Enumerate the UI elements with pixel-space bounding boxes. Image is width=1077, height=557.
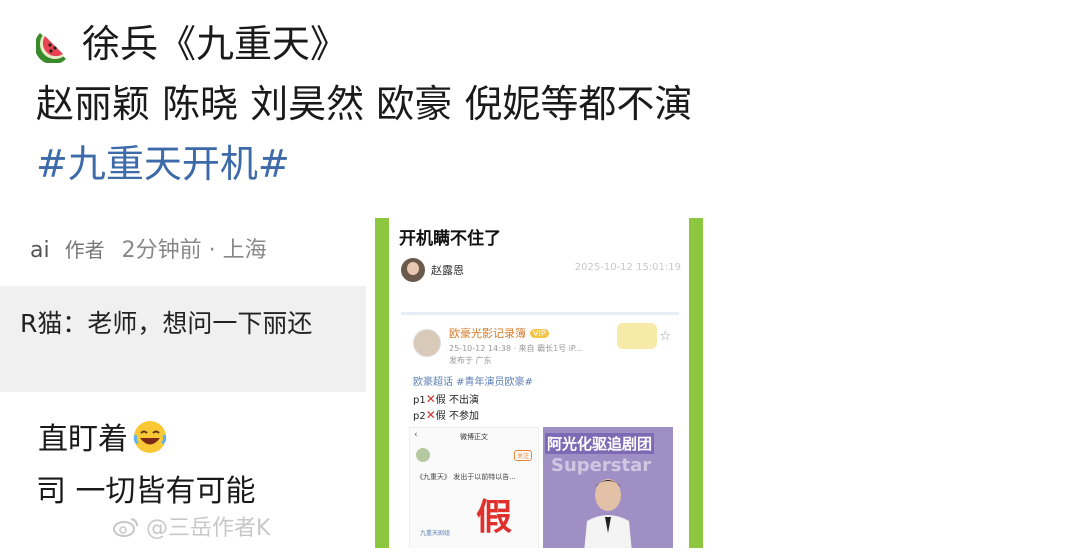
star-icon[interactable]: ☆ [659,329,671,344]
embedded-post-card: 欧豪光影记录簿 VIP 25-10-12 14:38 · 来自 霸长1号 iP..… [401,312,679,548]
embedded-post-line-p1: p1✕假 不出演 [413,391,479,406]
comment-meta: ai 作者 2分钟前 · 上海 [30,232,267,264]
screenshot-author[interactable]: 赵露恩 [431,262,464,278]
mini-body-text: 《九重天》 发出于以前特以告... [416,473,516,481]
embedded-post-tags[interactable]: 欧豪超话 #青年演员欧豪# [413,373,533,388]
post-title-text: 徐兵《九重天》 [82,22,349,66]
comment-screenshot: ai 作者 2分钟前 · 上海 R猫：老师，想问一下丽还 直盯着 司 一切皆有可… [0,218,366,557]
watermark-text: @三岳作者K [146,516,271,541]
hashtag-link[interactable]: #九重天开机# [36,140,290,188]
fake-stamp: 假 [476,497,513,538]
phone-screenshot: 开机瞒不住了 赵露恩 2025-10-12 15:01:19 欧豪光影记录簿 VI… [389,218,689,548]
embedded-image-left[interactable]: ‹ 微博正文 关注 《九重天》 发出于以前特以告... 假 九重天剧组 [409,427,539,548]
sticker-decoration [617,323,657,349]
phone-screenshot-frame: 开机瞒不住了 赵露恩 2025-10-12 15:01:19 欧豪光影记录簿 VI… [375,218,703,548]
p2-label: p2 [413,411,426,422]
quoted-comment-text: R猫：老师，想问一下丽还 [20,309,313,338]
embedded-post-line-p2: p2✕假 不参加 [413,407,479,422]
author-tag: 作者 [64,238,105,262]
screenshot-date: 2025-10-12 15:01:19 [574,262,681,273]
p2-text: 假 不参加 [435,411,479,422]
embedded-account-label: 欧豪光影记录簿 [449,327,526,340]
avatar[interactable] [401,258,425,282]
post-title-line: 徐兵《九重天》 [36,20,348,68]
laugh-emoji-icon [133,421,167,453]
mini-header: 微博正文 [460,433,488,441]
fan-club-banner: 阿光化驱追剧团 [545,433,655,454]
mini-sub-link: 九重天剧组 [420,530,451,537]
p1-label: p1 [413,395,426,406]
mini-avatar [416,448,430,462]
embedded-account-name[interactable]: 欧豪光影记录簿 VIP [449,325,549,341]
person-photo [584,479,632,548]
reply-line-1-text: 直盯着 [38,422,128,457]
reply-line-1: 直盯着 [38,414,168,458]
post-body-line: 赵丽颖 陈晓 刘昊然 欧豪 倪妮等都不演 [36,82,693,126]
embedded-post-location: 发布于 广东 [449,356,492,365]
vip-badge: VIP [530,329,549,338]
screenshot-title: 开机瞒不住了 [399,229,501,249]
reply-line-2: 司 一切皆有可能 [36,474,256,509]
x-mark-icon: ✕ [425,392,436,406]
weibo-icon [113,518,138,537]
weibo-watermark: @三岳作者K [112,510,270,542]
x-mark-icon: ✕ [425,408,436,422]
comment-time: 2分钟前 · 上海 [121,238,267,263]
username-fragment: ai [30,238,50,263]
embedded-post-time: 25-10-12 14:38 · 来自 霸长1号 iP... [449,344,583,353]
embedded-image-right[interactable]: 阿光化驱追剧团 Superstar [543,427,673,548]
embedded-avatar[interactable] [413,329,441,357]
mini-follow-button: 关注 [513,450,532,461]
p1-text: 假 不出演 [435,395,479,406]
watermelon-icon [36,33,66,63]
